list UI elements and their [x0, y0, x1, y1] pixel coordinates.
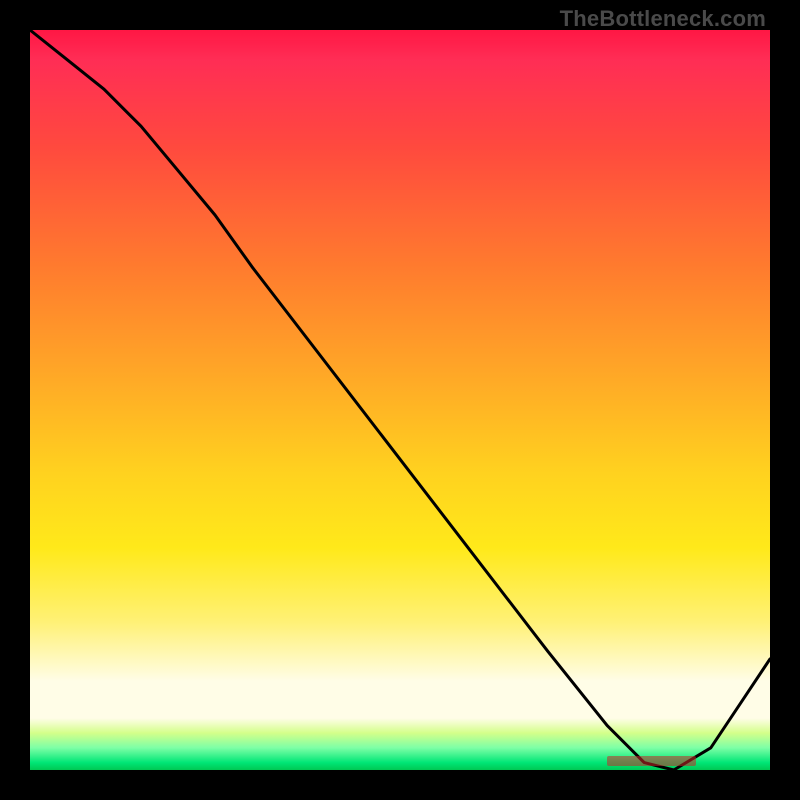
bottleneck-curve: [30, 30, 770, 770]
optimal-band-marker: [607, 756, 696, 766]
attribution-text: TheBottleneck.com: [560, 6, 766, 32]
plot-area: [30, 30, 770, 770]
chart-frame: TheBottleneck.com: [0, 0, 800, 800]
